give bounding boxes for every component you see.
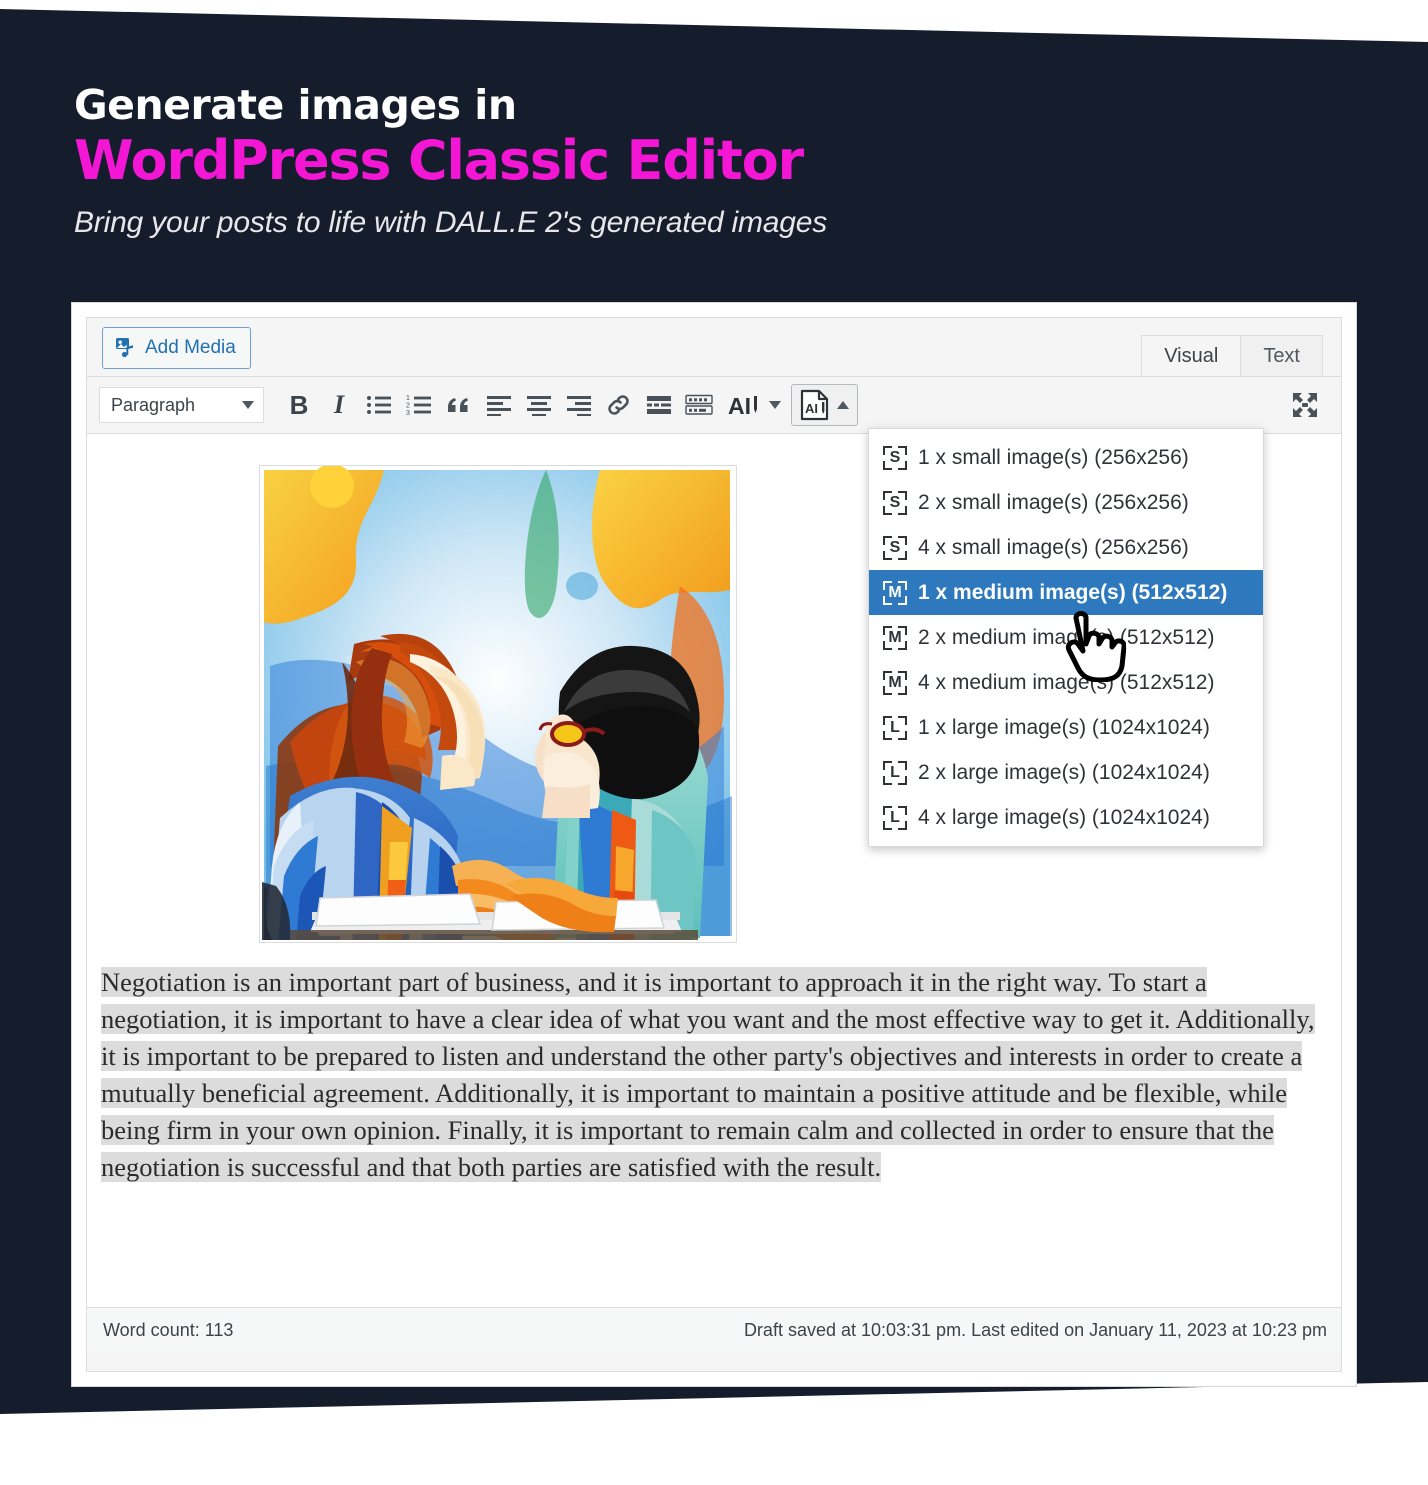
post-body-text[interactable]: Negotiation is an important part of busi… xyxy=(101,964,1327,1186)
size-badge-icon: L xyxy=(883,805,907,830)
menu-item[interactable]: L 2 x large image(s) (1024x1024) xyxy=(869,750,1263,795)
size-badge-icon: L xyxy=(883,715,907,740)
editor-mode-tabs: Visual Text xyxy=(1141,318,1323,376)
bulleted-list-icon[interactable] xyxy=(362,387,396,423)
add-media-icon xyxy=(115,337,137,359)
read-more-icon[interactable] xyxy=(642,387,676,423)
menu-item-label: 4 x medium image(s) (512x512) xyxy=(918,670,1215,694)
svg-text:2: 2 xyxy=(406,403,410,410)
bold-icon[interactable]: B xyxy=(282,387,316,423)
align-center-icon[interactable] xyxy=(522,387,556,423)
size-badge-icon: M xyxy=(883,580,907,605)
italic-icon[interactable]: I xyxy=(322,387,356,423)
align-left-icon[interactable] xyxy=(482,387,516,423)
ai-image-button[interactable]: AI xyxy=(791,384,858,426)
size-badge-icon: M xyxy=(883,670,907,695)
banner-line-2: WordPress Classic Editor xyxy=(74,129,804,193)
fullscreen-icon[interactable] xyxy=(1287,387,1323,423)
menu-item-selected[interactable]: M 1 x medium image(s) (512x512) xyxy=(869,570,1263,615)
numbered-list-icon[interactable]: 1 2 3 xyxy=(402,387,436,423)
word-count-label: Word count: 113 xyxy=(103,1319,234,1340)
post-illustration[interactable] xyxy=(259,465,737,943)
watercolor-negotiation-image xyxy=(260,466,734,942)
menu-item[interactable]: L 1 x large image(s) (1024x1024) xyxy=(869,705,1263,750)
tab-visual[interactable]: Visual xyxy=(1141,335,1242,376)
banner-headings: Generate images in WordPress Classic Edi… xyxy=(74,81,828,240)
menu-item-label: 1 x small image(s) (256x256) xyxy=(918,445,1189,469)
menu-item-label: 4 x large image(s) (1024x1024) xyxy=(918,805,1210,829)
ai-image-icon: AI xyxy=(800,389,829,421)
size-badge-icon: S xyxy=(883,445,907,470)
menu-item-label: 1 x medium image(s) (512x512) xyxy=(918,580,1228,604)
draft-saved-label: Draft saved at 10:03:31 pm. Last edited … xyxy=(743,1319,1327,1340)
ai-text-button[interactable]: AI xyxy=(728,390,781,420)
size-badge-icon: M xyxy=(883,625,907,650)
chevron-down-icon xyxy=(242,401,254,409)
toolbar-toggle-icon[interactable] xyxy=(682,387,716,423)
menu-item[interactable]: S 1 x small image(s) (256x256) xyxy=(869,435,1263,480)
format-select-value: Paragraph xyxy=(111,394,196,415)
svg-text:AI: AI xyxy=(728,393,751,419)
post-body-highlight: Negotiation is an important part of busi… xyxy=(101,967,1315,1182)
editor-status-bar: Word count: 113 Draft saved at 10:03:31 … xyxy=(87,1307,1341,1352)
ai-image-size-menu[interactable]: S 1 x small image(s) (256x256) S 2 x sma… xyxy=(868,428,1264,847)
format-select[interactable]: Paragraph xyxy=(99,387,264,423)
menu-item[interactable]: M 4 x medium image(s) (512x512) xyxy=(869,660,1263,705)
menu-item[interactable]: L 4 x large image(s) (1024x1024) xyxy=(869,795,1263,840)
svg-text:3: 3 xyxy=(406,410,410,416)
size-badge-icon: L xyxy=(883,760,907,785)
menu-item[interactable]: S 2 x small image(s) (256x256) xyxy=(869,480,1263,525)
insert-link-icon[interactable] xyxy=(602,387,636,423)
menu-item[interactable]: M 2 x medium image(s) (512x512) xyxy=(869,615,1263,660)
chevron-up-icon xyxy=(837,401,849,409)
menu-item-label: 1 x large image(s) (1024x1024) xyxy=(918,715,1210,739)
editor-toolbar: Paragraph B I 1 2 3 AI AI xyxy=(87,377,1341,434)
banner-subtitle: Bring your posts to life with DALL.E 2's… xyxy=(74,205,828,239)
banner-line-1: Generate images in xyxy=(74,81,517,129)
svg-text:AI: AI xyxy=(805,401,818,416)
add-media-label: Add Media xyxy=(145,337,236,358)
size-badge-icon: S xyxy=(883,490,907,515)
media-buttons-row: Add Media Visual Text xyxy=(87,318,1341,377)
svg-text:1: 1 xyxy=(406,395,410,402)
menu-item-label: 2 x large image(s) (1024x1024) xyxy=(918,760,1210,784)
chevron-down-icon xyxy=(769,401,781,409)
tab-text[interactable]: Text xyxy=(1240,335,1323,376)
size-badge-icon: S xyxy=(883,535,907,560)
menu-item-label: 2 x small image(s) (256x256) xyxy=(918,490,1189,514)
menu-item-label: 2 x medium image(s) (512x512) xyxy=(918,625,1215,649)
menu-item-label: 4 x small image(s) (256x256) xyxy=(918,535,1189,559)
menu-item[interactable]: S 4 x small image(s) (256x256) xyxy=(869,525,1263,570)
blockquote-icon[interactable] xyxy=(442,387,476,423)
add-media-button[interactable]: Add Media xyxy=(102,327,251,369)
align-right-icon[interactable] xyxy=(562,387,596,423)
